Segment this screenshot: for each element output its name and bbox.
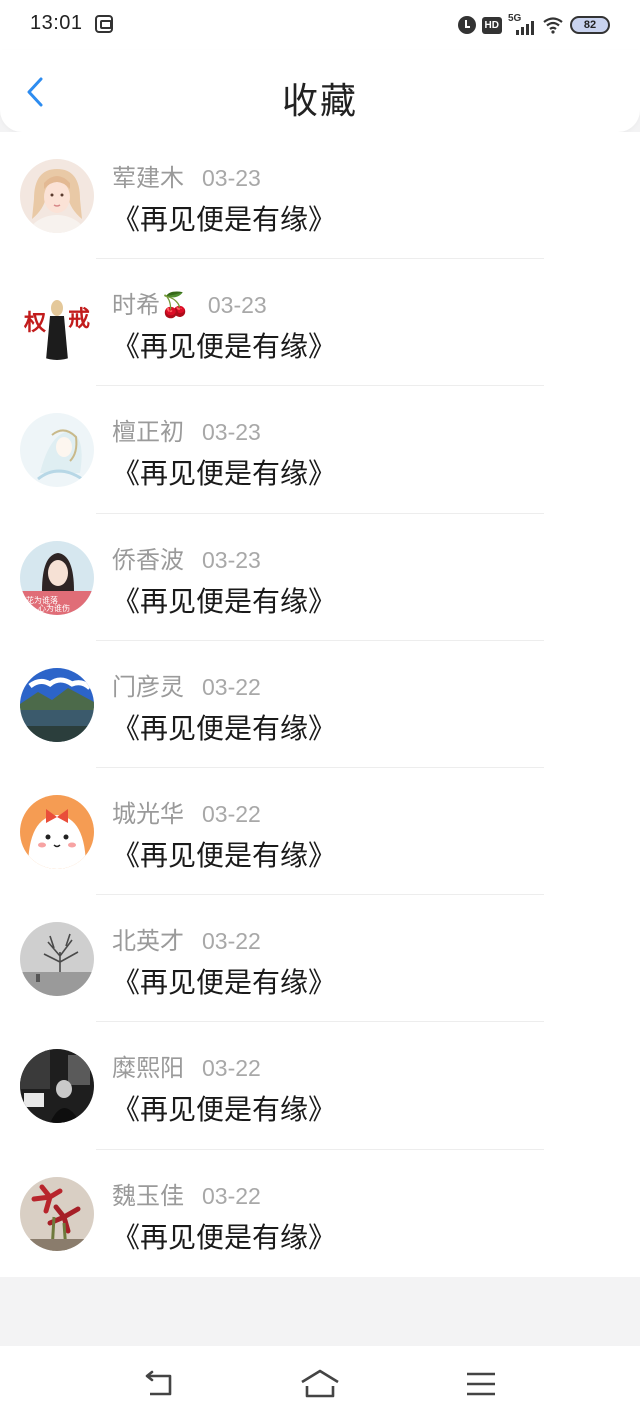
item-title: 《再见便是有缘》 (112, 711, 337, 745)
item-title: 《再见便是有缘》 (112, 457, 337, 491)
item-title: 《再见便是有缘》 (112, 1220, 337, 1254)
signal-icon: 5G (508, 13, 536, 35)
svg-text:心为谁伤: 心为谁伤 (38, 603, 70, 613)
svg-text:戒: 戒 (68, 306, 90, 332)
avatar[interactable] (20, 1049, 94, 1124)
item-title: 《再见便是有缘》 (112, 203, 337, 236)
avatar[interactable] (20, 413, 94, 488)
status-bar: 13:01 HD 5G 82 (0, 0, 640, 50)
avatar[interactable] (20, 1176, 94, 1251)
item-meta: 门彦灵 03-22 (112, 667, 261, 701)
avatar[interactable] (20, 922, 94, 997)
list-item[interactable]: 糜熙阳 03-22 《再见便是有缘》 (0, 1022, 640, 1150)
hd-icon: HD (481, 16, 502, 34)
item-meta: 糜熙阳 03-22 (112, 1048, 261, 1082)
item-name: 城光华 (112, 799, 184, 828)
item-title: 《再见便是有缘》 (112, 966, 337, 1000)
item-date: 03-23 (202, 546, 261, 573)
avatar[interactable]: 权 戒 (20, 286, 94, 361)
item-name: 北英才 (112, 927, 184, 956)
home-nav-icon (301, 1369, 339, 1398)
item-date: 03-23 (207, 292, 267, 319)
wifi-icon (542, 16, 564, 34)
menu-nav-button[interactable] (461, 1364, 501, 1404)
menu-nav-icon (467, 1372, 495, 1396)
item-date: 03-22 (202, 673, 261, 700)
home-nav-button[interactable] (300, 1364, 340, 1404)
item-name: 时希🍒 (112, 291, 190, 320)
avatar[interactable] (20, 667, 94, 742)
item-date: 03-22 (202, 1055, 261, 1082)
list-item[interactable]: 北英才 03-22 《再见便是有缘》 (0, 895, 640, 1023)
item-meta: 魏玉佳 03-22 (112, 1176, 261, 1210)
item-name: 檀正初 (112, 418, 184, 447)
item-title: 《再见便是有缘》 (112, 330, 337, 364)
list-item[interactable]: 城光华 03-22 《再见便是有缘》 (0, 768, 640, 896)
status-icons: HD 5G 82 (457, 13, 610, 37)
list-item[interactable]: 门彦灵 03-22 《再见便是有缘》 (0, 641, 640, 768)
item-date: 03-23 (202, 419, 261, 446)
favorites-list: 荤建木 03-23 《再见便是有缘》 权 戒 时希🍒 03-23 《再见便是有缘… (0, 132, 640, 1277)
item-title: 《再见便是有缘》 (112, 1093, 337, 1127)
svg-text:权: 权 (23, 310, 47, 336)
item-name: 糜熙阳 (112, 1054, 184, 1083)
header: 收藏 (0, 50, 640, 132)
item-meta: 城光华 03-22 (112, 794, 261, 828)
avatar[interactable] (20, 159, 94, 233)
item-title: 《再见便是有缘》 (112, 584, 337, 618)
system-nav-bar (0, 1346, 640, 1422)
battery-icon: 82 (570, 16, 610, 34)
avatar[interactable]: 花为谁落 心为谁伤 (20, 540, 94, 615)
status-time: 13:01 (30, 12, 83, 34)
list-item[interactable]: 花为谁落 心为谁伤 侨香波 03-23 《再见便是有缘》 (0, 514, 640, 641)
alarm-icon (457, 16, 476, 34)
list-item[interactable]: 檀正初 03-23 《再见便是有缘》 (0, 386, 640, 514)
item-date: 03-22 (202, 800, 261, 827)
network-type-label: 5G (508, 13, 522, 24)
item-name: 门彦灵 (112, 672, 184, 701)
item-meta: 檀正初 03-23 (112, 412, 261, 446)
item-meta: 侨香波 03-23 (112, 540, 261, 574)
item-meta: 时希🍒 03-23 (112, 285, 267, 319)
item-name: 荤建木 (112, 164, 184, 192)
item-date: 03-23 (202, 165, 261, 191)
screen-mirror-icon (95, 15, 113, 33)
avatar[interactable] (20, 794, 94, 869)
item-meta: 荤建木 03-23 (112, 158, 261, 192)
back-nav-button[interactable] (140, 1364, 180, 1404)
item-title: 《再见便是有缘》 (112, 838, 337, 872)
list-item[interactable]: 荤建木 03-23 《再见便是有缘》 (0, 132, 640, 260)
list-item[interactable]: 魏玉佳 03-22 《再见便是有缘》 (0, 1150, 640, 1277)
item-date: 03-22 (202, 1182, 261, 1209)
item-meta: 北英才 03-22 (112, 921, 261, 955)
page-title: 收藏 (281, 81, 358, 122)
item-name: 魏玉佳 (112, 1181, 184, 1210)
item-name: 侨香波 (112, 545, 184, 574)
back-nav-icon (145, 1370, 172, 1396)
item-date: 03-22 (202, 928, 261, 955)
list-item[interactable]: 权 戒 时希🍒 03-23 《再见便是有缘》 (0, 259, 640, 387)
